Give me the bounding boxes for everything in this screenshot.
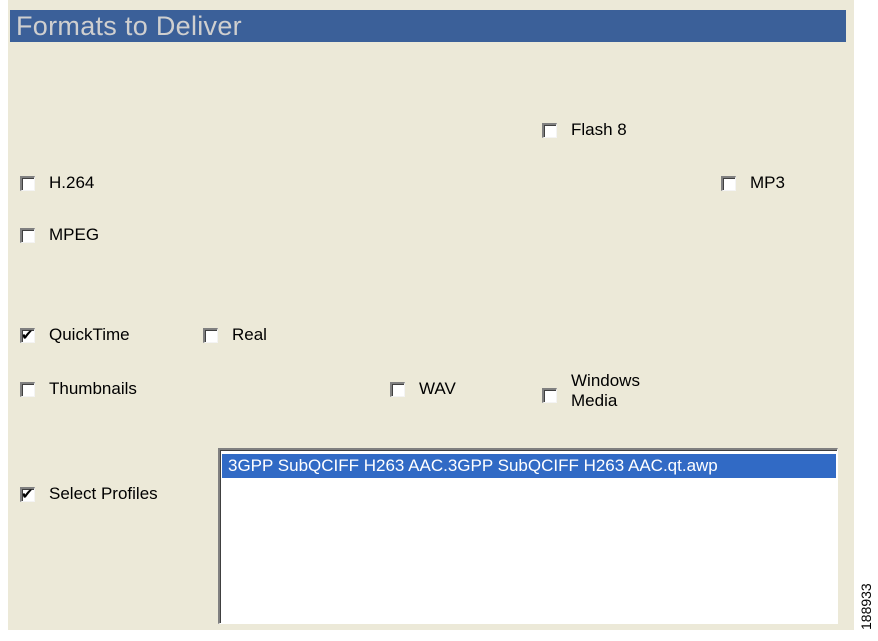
mpeg-checkbox-box[interactable] [20,227,35,243]
h264-label: H.264 [49,173,95,192]
checkmark-icon: ✔ [21,484,34,503]
figure-number: 188933 [858,583,874,630]
thumbnails-checkbox[interactable]: Thumbnails [20,379,137,399]
h264-checkbox[interactable]: H.264 [20,173,94,193]
panel-title: Formats to Deliver [16,11,242,41]
windows-media-checkbox[interactable]: Windows Media [542,371,640,411]
thumbnails-checkbox-box[interactable] [20,381,35,397]
title-bar: Formats to Deliver [10,10,846,42]
mp3-label: MP3 [750,173,785,192]
mpeg-label: MPEG [49,225,100,244]
formats-panel: Formats to Deliver Flash 8 H.264 MP3 MPE… [8,0,854,630]
real-label: Real [232,325,267,344]
select-profiles-label: Select Profiles [49,484,158,503]
wav-checkbox-box[interactable] [390,381,405,397]
quicktime-checkbox[interactable]: ✔ QuickTime [20,325,130,345]
wav-checkbox[interactable]: WAV [390,379,456,399]
real-checkbox-box[interactable] [203,327,218,343]
select-profiles-checkbox[interactable]: ✔ Select Profiles [20,484,158,504]
checkmark-icon: ✔ [21,325,34,344]
thumbnails-label: Thumbnails [49,379,137,398]
wav-label: WAV [419,379,456,398]
quicktime-label: QuickTime [49,325,130,344]
flash8-label: Flash 8 [571,120,627,139]
windows-media-label-line2: Media [571,391,618,410]
real-checkbox[interactable]: Real [203,325,267,345]
mpeg-checkbox[interactable]: MPEG [20,225,99,245]
h264-checkbox-box[interactable] [20,175,35,191]
flash8-checkbox-box[interactable] [542,122,557,138]
profile-list-item-selected[interactable]: 3GPP SubQCIFF H263 AAC.3GPP SubQCIFF H26… [222,454,836,478]
profiles-listbox[interactable]: 3GPP SubQCIFF H263 AAC.3GPP SubQCIFF H26… [218,448,838,624]
flash8-checkbox[interactable]: Flash 8 [542,120,627,140]
windows-media-checkbox-box[interactable] [542,387,557,403]
mp3-checkbox-box[interactable] [721,175,736,191]
select-profiles-checkbox-box[interactable]: ✔ [20,484,35,503]
mp3-checkbox[interactable]: MP3 [721,173,785,193]
quicktime-checkbox-box[interactable]: ✔ [20,325,35,344]
windows-media-label-line1: Windows [571,371,640,390]
windows-media-label: Windows Media [571,371,640,411]
